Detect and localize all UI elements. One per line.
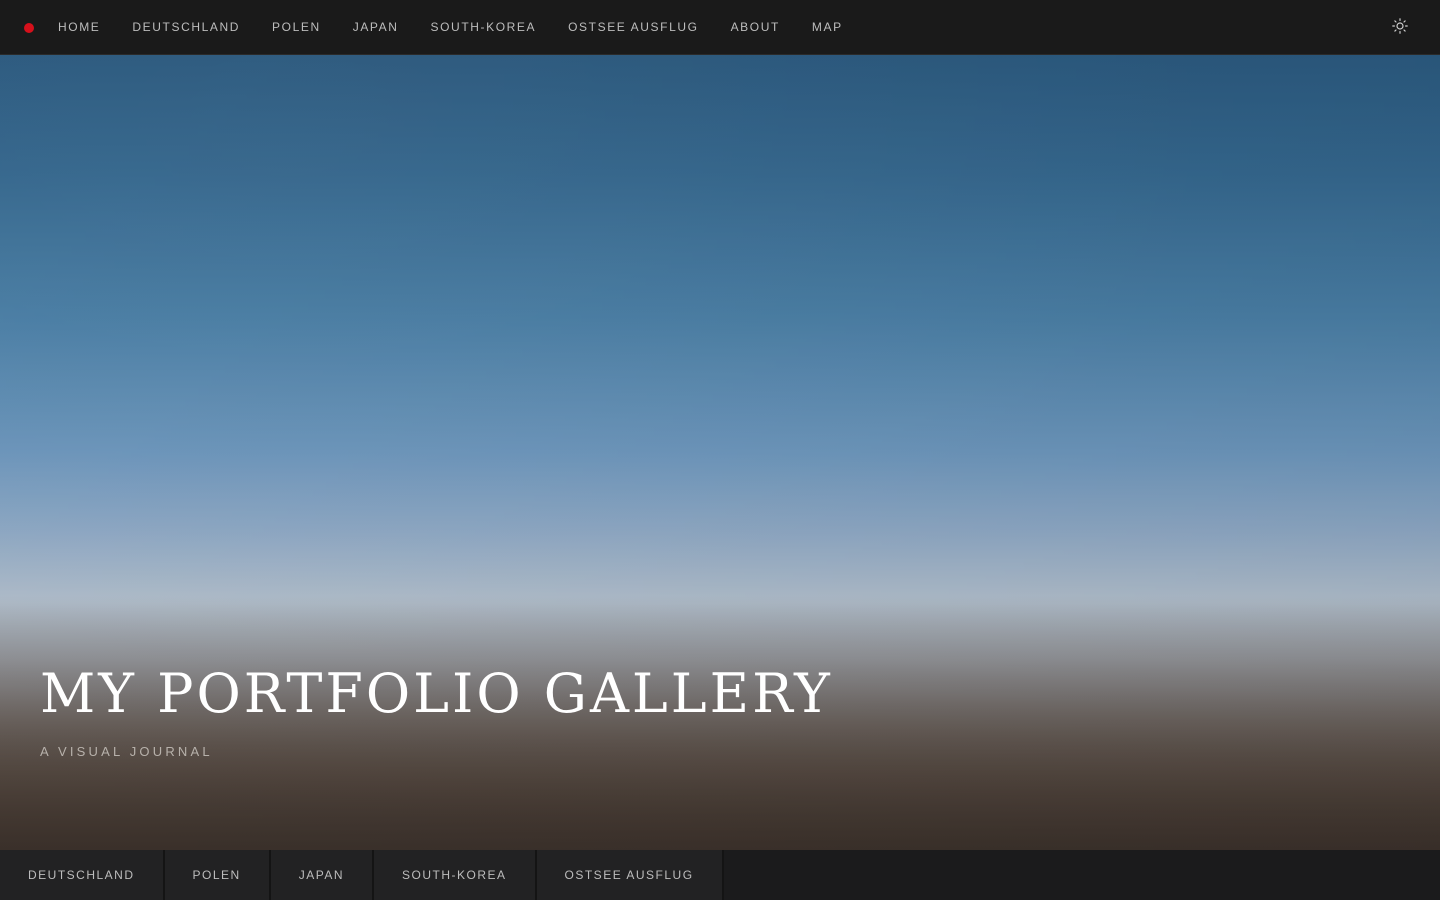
- red-dot-icon[interactable]: [24, 22, 34, 33]
- tab-deutschland[interactable]: DEUTSCHLAND: [0, 850, 165, 900]
- nav-deutschland-link[interactable]: DEUTSCHLAND: [132, 20, 240, 34]
- sun-icon[interactable]: [1392, 18, 1408, 34]
- nav-south-korea-link[interactable]: SOUTH-KOREA: [431, 20, 537, 34]
- nav-home-link[interactable]: HOME: [58, 20, 100, 34]
- top-navigation-bar: HOME DEUTSCHLAND POLEN JAPAN SOUTH-KOREA…: [0, 0, 1440, 55]
- tab-polen[interactable]: POLEN: [164, 850, 271, 900]
- nav-polen-link[interactable]: POLEN: [272, 20, 321, 34]
- hero-subtitle: A VISUAL JOURNAL: [40, 744, 213, 759]
- main-nav: HOME DEUTSCHLAND POLEN JAPAN SOUTH-KOREA…: [58, 20, 875, 34]
- nav-about-link[interactable]: ABOUT: [731, 20, 780, 34]
- tab-south-korea[interactable]: SOUTH-KOREA: [374, 850, 537, 900]
- tab-ostsee-ausflug[interactable]: OSTSEE AUSFLUG: [536, 850, 724, 900]
- page: HOME DEUTSCHLAND POLEN JAPAN SOUTH-KOREA…: [0, 0, 1440, 900]
- category-tabs: DEUTSCHLAND POLEN JAPAN SOUTH-KOREA OSTS…: [0, 850, 1440, 900]
- hero-title: MY PORTFOLIO GALLERY: [40, 662, 833, 725]
- nav-map-link[interactable]: MAP: [812, 20, 843, 34]
- nav-japan-link[interactable]: JAPAN: [353, 20, 399, 34]
- tab-japan[interactable]: JAPAN: [270, 850, 374, 900]
- hero-image: MY PORTFOLIO GALLERY A VISUAL JOURNAL: [0, 55, 1440, 850]
- nav-ostsee-ausflug-link[interactable]: OSTSEE AUSFLUG: [568, 20, 698, 34]
